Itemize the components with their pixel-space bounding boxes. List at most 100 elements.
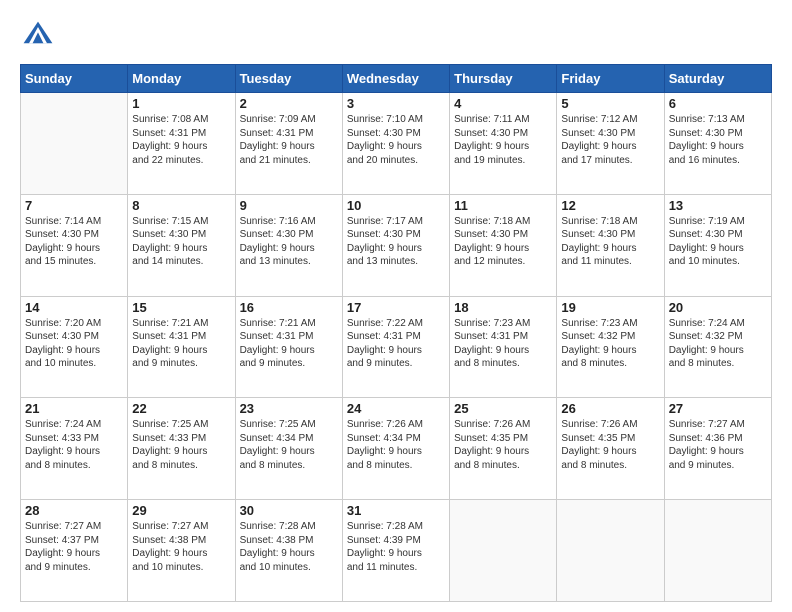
calendar-cell: 4Sunrise: 7:11 AM Sunset: 4:30 PM Daylig…	[450, 93, 557, 195]
weekday-header: Sunday	[21, 65, 128, 93]
day-info: Sunrise: 7:26 AM Sunset: 4:35 PM Dayligh…	[561, 418, 659, 472]
weekday-header: Monday	[128, 65, 235, 93]
calendar-cell: 3Sunrise: 7:10 AM Sunset: 4:30 PM Daylig…	[342, 93, 449, 195]
day-number: 25	[454, 401, 552, 416]
day-number: 28	[25, 503, 123, 518]
day-number: 29	[132, 503, 230, 518]
calendar-cell: 21 Sunrise: 7:24 AM Sunset: 4:33 PM Dayli…	[21, 398, 128, 500]
day-info: Sunrise: 7:17 AM Sunset: 4:30 PM Dayligh…	[347, 215, 445, 269]
day-info: Sunrise: 7:27 AM Sunset: 4:37 PM Dayligh…	[25, 520, 123, 574]
calendar-cell: 20 Sunrise: 7:24 AM Sunset: 4:32 PM Dayli…	[664, 296, 771, 398]
calendar-cell	[557, 500, 664, 602]
day-info: Sunrise: 7:24 AM Sunset: 4:33 PM Dayligh…	[25, 418, 123, 472]
day-info: Sunrise: 7:23 AM Sunset: 4:31 PM Dayligh…	[454, 317, 552, 371]
day-number: 21	[25, 401, 123, 416]
day-info: Sunrise: 7:12 AM Sunset: 4:30 PM Dayligh…	[561, 113, 659, 167]
calendar-cell: 10 Sunrise: 7:17 AM Sunset: 4:30 PM Dayli…	[342, 194, 449, 296]
calendar-cell: 29 Sunrise: 7:27 AM Sunset: 4:38 PM Dayli…	[128, 500, 235, 602]
day-number: 19	[561, 300, 659, 315]
weekday-header: Wednesday	[342, 65, 449, 93]
day-number: 12	[561, 198, 659, 213]
day-number: 17	[347, 300, 445, 315]
day-info: Sunrise: 7:18 AM Sunset: 4:30 PM Dayligh…	[561, 215, 659, 269]
day-number: 20	[669, 300, 767, 315]
calendar-cell: 8 Sunrise: 7:15 AM Sunset: 4:30 PM Daylig…	[128, 194, 235, 296]
calendar-cell: 6 Sunrise: 7:13 AM Sunset: 4:30 PM Daylig…	[664, 93, 771, 195]
calendar-cell: 24 Sunrise: 7:26 AM Sunset: 4:34 PM Dayli…	[342, 398, 449, 500]
day-number: 5	[561, 96, 659, 111]
day-info: Sunrise: 7:25 AM Sunset: 4:34 PM Dayligh…	[240, 418, 338, 472]
day-info: Sunrise: 7:28 AM Sunset: 4:38 PM Dayligh…	[240, 520, 338, 574]
calendar-cell: 16 Sunrise: 7:21 AM Sunset: 4:31 PM Dayli…	[235, 296, 342, 398]
calendar-cell: 17 Sunrise: 7:22 AM Sunset: 4:31 PM Dayli…	[342, 296, 449, 398]
calendar-cell: 5 Sunrise: 7:12 AM Sunset: 4:30 PM Daylig…	[557, 93, 664, 195]
day-info: Sunrise: 7:22 AM Sunset: 4:31 PM Dayligh…	[347, 317, 445, 371]
day-info: Sunrise: 7:27 AM Sunset: 4:38 PM Dayligh…	[132, 520, 230, 574]
day-info: Sunrise: 7:21 AM Sunset: 4:31 PM Dayligh…	[132, 317, 230, 371]
day-info: Sunrise: 7:14 AM Sunset: 4:30 PM Dayligh…	[25, 215, 123, 269]
calendar-cell: 12 Sunrise: 7:18 AM Sunset: 4:30 PM Dayli…	[557, 194, 664, 296]
day-info: Sunrise: 7:23 AM Sunset: 4:32 PM Dayligh…	[561, 317, 659, 371]
day-number: 23	[240, 401, 338, 416]
day-number: 13	[669, 198, 767, 213]
day-number: 6	[669, 96, 767, 111]
calendar-week-row: 7 Sunrise: 7:14 AM Sunset: 4:30 PM Daylig…	[21, 194, 772, 296]
day-number: 11	[454, 198, 552, 213]
day-number: 18	[454, 300, 552, 315]
day-info: Sunrise: 7:27 AM Sunset: 4:36 PM Dayligh…	[669, 418, 767, 472]
day-number: 7	[25, 198, 123, 213]
weekday-header: Tuesday	[235, 65, 342, 93]
calendar-week-row: 28 Sunrise: 7:27 AM Sunset: 4:37 PM Dayli…	[21, 500, 772, 602]
day-number: 2	[240, 96, 338, 111]
day-info: Sunrise: 7:08 AM Sunset: 4:31 PM Dayligh…	[132, 113, 230, 167]
day-info: Sunrise: 7:20 AM Sunset: 4:30 PM Dayligh…	[25, 317, 123, 371]
day-info: Sunrise: 7:28 AM Sunset: 4:39 PM Dayligh…	[347, 520, 445, 574]
day-number: 31	[347, 503, 445, 518]
day-number: 10	[347, 198, 445, 213]
day-info: Sunrise: 7:19 AM Sunset: 4:30 PM Dayligh…	[669, 215, 767, 269]
calendar-cell: 28 Sunrise: 7:27 AM Sunset: 4:37 PM Dayli…	[21, 500, 128, 602]
calendar-week-row: 14 Sunrise: 7:20 AM Sunset: 4:30 PM Dayli…	[21, 296, 772, 398]
weekday-header: Friday	[557, 65, 664, 93]
calendar-cell: 7 Sunrise: 7:14 AM Sunset: 4:30 PM Daylig…	[21, 194, 128, 296]
day-info: Sunrise: 7:21 AM Sunset: 4:31 PM Dayligh…	[240, 317, 338, 371]
calendar-cell: 22Sunrise: 7:25 AM Sunset: 4:33 PM Dayli…	[128, 398, 235, 500]
calendar-cell: 31 Sunrise: 7:28 AM Sunset: 4:39 PM Dayli…	[342, 500, 449, 602]
day-info: Sunrise: 7:24 AM Sunset: 4:32 PM Dayligh…	[669, 317, 767, 371]
calendar-cell	[21, 93, 128, 195]
calendar-week-row: 1Sunrise: 7:08 AM Sunset: 4:31 PM Daylig…	[21, 93, 772, 195]
day-number: 26	[561, 401, 659, 416]
logo	[20, 18, 60, 54]
day-number: 4	[454, 96, 552, 111]
day-info: Sunrise: 7:09 AM Sunset: 4:31 PM Dayligh…	[240, 113, 338, 167]
day-info: Sunrise: 7:13 AM Sunset: 4:30 PM Dayligh…	[669, 113, 767, 167]
weekday-header: Saturday	[664, 65, 771, 93]
logo-icon	[20, 18, 56, 54]
day-number: 8	[132, 198, 230, 213]
day-info: Sunrise: 7:25 AM Sunset: 4:33 PM Dayligh…	[132, 418, 230, 472]
day-number: 24	[347, 401, 445, 416]
day-number: 14	[25, 300, 123, 315]
calendar-table: SundayMondayTuesdayWednesdayThursdayFrid…	[20, 64, 772, 602]
calendar-cell: 30 Sunrise: 7:28 AM Sunset: 4:38 PM Dayli…	[235, 500, 342, 602]
calendar-cell: 23 Sunrise: 7:25 AM Sunset: 4:34 PM Dayli…	[235, 398, 342, 500]
weekday-header-row: SundayMondayTuesdayWednesdayThursdayFrid…	[21, 65, 772, 93]
day-number: 30	[240, 503, 338, 518]
calendar-cell: 19 Sunrise: 7:23 AM Sunset: 4:32 PM Dayli…	[557, 296, 664, 398]
day-number: 3	[347, 96, 445, 111]
calendar-cell: 11 Sunrise: 7:18 AM Sunset: 4:30 PM Dayli…	[450, 194, 557, 296]
day-info: Sunrise: 7:26 AM Sunset: 4:35 PM Dayligh…	[454, 418, 552, 472]
day-info: Sunrise: 7:15 AM Sunset: 4:30 PM Dayligh…	[132, 215, 230, 269]
day-number: 16	[240, 300, 338, 315]
header	[20, 18, 772, 54]
calendar-cell: 2 Sunrise: 7:09 AM Sunset: 4:31 PM Daylig…	[235, 93, 342, 195]
day-info: Sunrise: 7:26 AM Sunset: 4:34 PM Dayligh…	[347, 418, 445, 472]
day-info: Sunrise: 7:18 AM Sunset: 4:30 PM Dayligh…	[454, 215, 552, 269]
calendar-cell	[664, 500, 771, 602]
calendar-cell: 18 Sunrise: 7:23 AM Sunset: 4:31 PM Dayli…	[450, 296, 557, 398]
calendar-cell: 13 Sunrise: 7:19 AM Sunset: 4:30 PM Dayli…	[664, 194, 771, 296]
calendar-body: 1Sunrise: 7:08 AM Sunset: 4:31 PM Daylig…	[21, 93, 772, 602]
day-number: 15	[132, 300, 230, 315]
calendar-week-row: 21 Sunrise: 7:24 AM Sunset: 4:33 PM Dayli…	[21, 398, 772, 500]
page: SundayMondayTuesdayWednesdayThursdayFrid…	[0, 0, 792, 612]
